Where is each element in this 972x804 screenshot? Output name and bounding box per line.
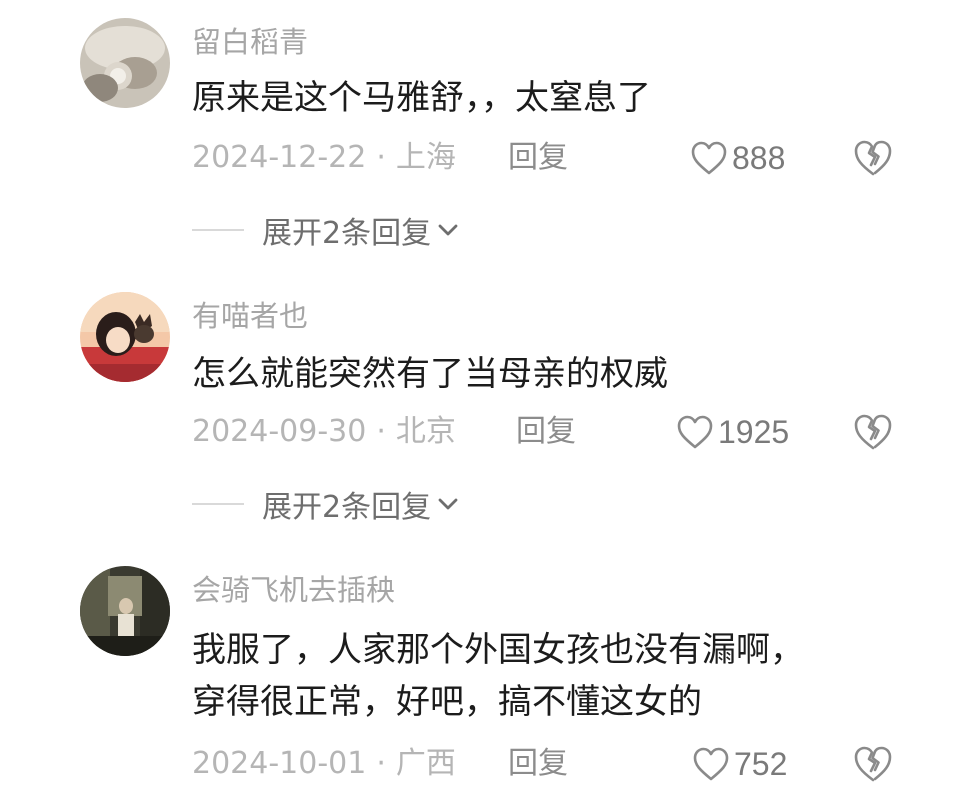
broken-heart-icon bbox=[854, 140, 892, 176]
reply-button[interactable]: 回复 bbox=[516, 410, 576, 454]
meta-separator: · bbox=[376, 140, 386, 175]
meta-separator: · bbox=[376, 746, 386, 781]
meta-separator: · bbox=[376, 414, 386, 449]
chevron-down-icon bbox=[438, 498, 458, 510]
like-count: 752 bbox=[734, 745, 788, 782]
heart-outline-icon bbox=[691, 141, 727, 175]
broken-heart-icon bbox=[854, 746, 892, 782]
username[interactable]: 有喵者也 bbox=[192, 296, 308, 336]
broken-heart-icon bbox=[854, 414, 892, 450]
heart-outline-icon bbox=[693, 747, 729, 781]
comment-text-line: 原来是这个马雅舒，，太窒息了 bbox=[192, 78, 651, 118]
reply-button[interactable]: 回复 bbox=[508, 136, 568, 180]
dislike-button[interactable] bbox=[852, 744, 894, 784]
divider bbox=[192, 503, 244, 505]
chevron-down-icon bbox=[438, 224, 458, 236]
expand-replies-button[interactable]: 展开2条回复 bbox=[192, 482, 459, 526]
like-button[interactable]: 752 bbox=[692, 742, 787, 786]
username[interactable]: 留白稻青 bbox=[192, 22, 308, 62]
comment-text: 我服了，人家那个外国女孩也没有漏啊， 穿得很正常，好吧，搞不懂这女的 bbox=[192, 624, 892, 728]
like-count: 888 bbox=[732, 139, 786, 176]
comment-location: 北京 bbox=[395, 414, 456, 449]
comment-meta: 2024-12-22 · 上海 bbox=[192, 136, 456, 180]
comment-text: 原来是这个马雅舒，，太窒息了 bbox=[192, 72, 892, 124]
comment-text: 怎么就能突然有了当母亲的权威 bbox=[192, 348, 892, 400]
expand-replies-button[interactable]: 展开2条回复 bbox=[192, 208, 459, 252]
comment-date: 2024-10-01 bbox=[192, 746, 367, 781]
comment-meta: 2024-10-01 · 广西 bbox=[192, 742, 456, 786]
like-button[interactable]: 1925 bbox=[676, 410, 789, 454]
expand-replies-label: 展开2条回复 bbox=[262, 490, 432, 525]
reply-button[interactable]: 回复 bbox=[508, 742, 568, 786]
like-count: 1925 bbox=[718, 413, 790, 450]
comment-date: 2024-12-22 bbox=[192, 140, 367, 175]
like-button[interactable]: 888 bbox=[690, 136, 785, 180]
comment-location: 上海 bbox=[395, 140, 456, 175]
comment-text-line: 我服了，人家那个外国女孩也没有漏啊， bbox=[192, 630, 804, 670]
heart-outline-icon bbox=[677, 415, 713, 449]
comment-meta: 2024-09-30 · 北京 bbox=[192, 410, 456, 454]
expand-replies-label: 展开2条回复 bbox=[262, 216, 432, 251]
dislike-button[interactable] bbox=[852, 412, 894, 452]
divider bbox=[192, 229, 244, 231]
avatar[interactable] bbox=[80, 18, 170, 108]
avatar[interactable] bbox=[80, 566, 170, 656]
comment-text-line: 穿得很正常，好吧，搞不懂这女的 bbox=[192, 682, 702, 722]
avatar[interactable] bbox=[80, 292, 170, 382]
username[interactable]: 会骑飞机去插秧 bbox=[192, 570, 395, 610]
comment-text-line: 怎么就能突然有了当母亲的权威 bbox=[192, 354, 668, 394]
comment-date: 2024-09-30 bbox=[192, 414, 367, 449]
dislike-button[interactable] bbox=[852, 138, 894, 178]
comment-location: 广西 bbox=[395, 746, 456, 781]
